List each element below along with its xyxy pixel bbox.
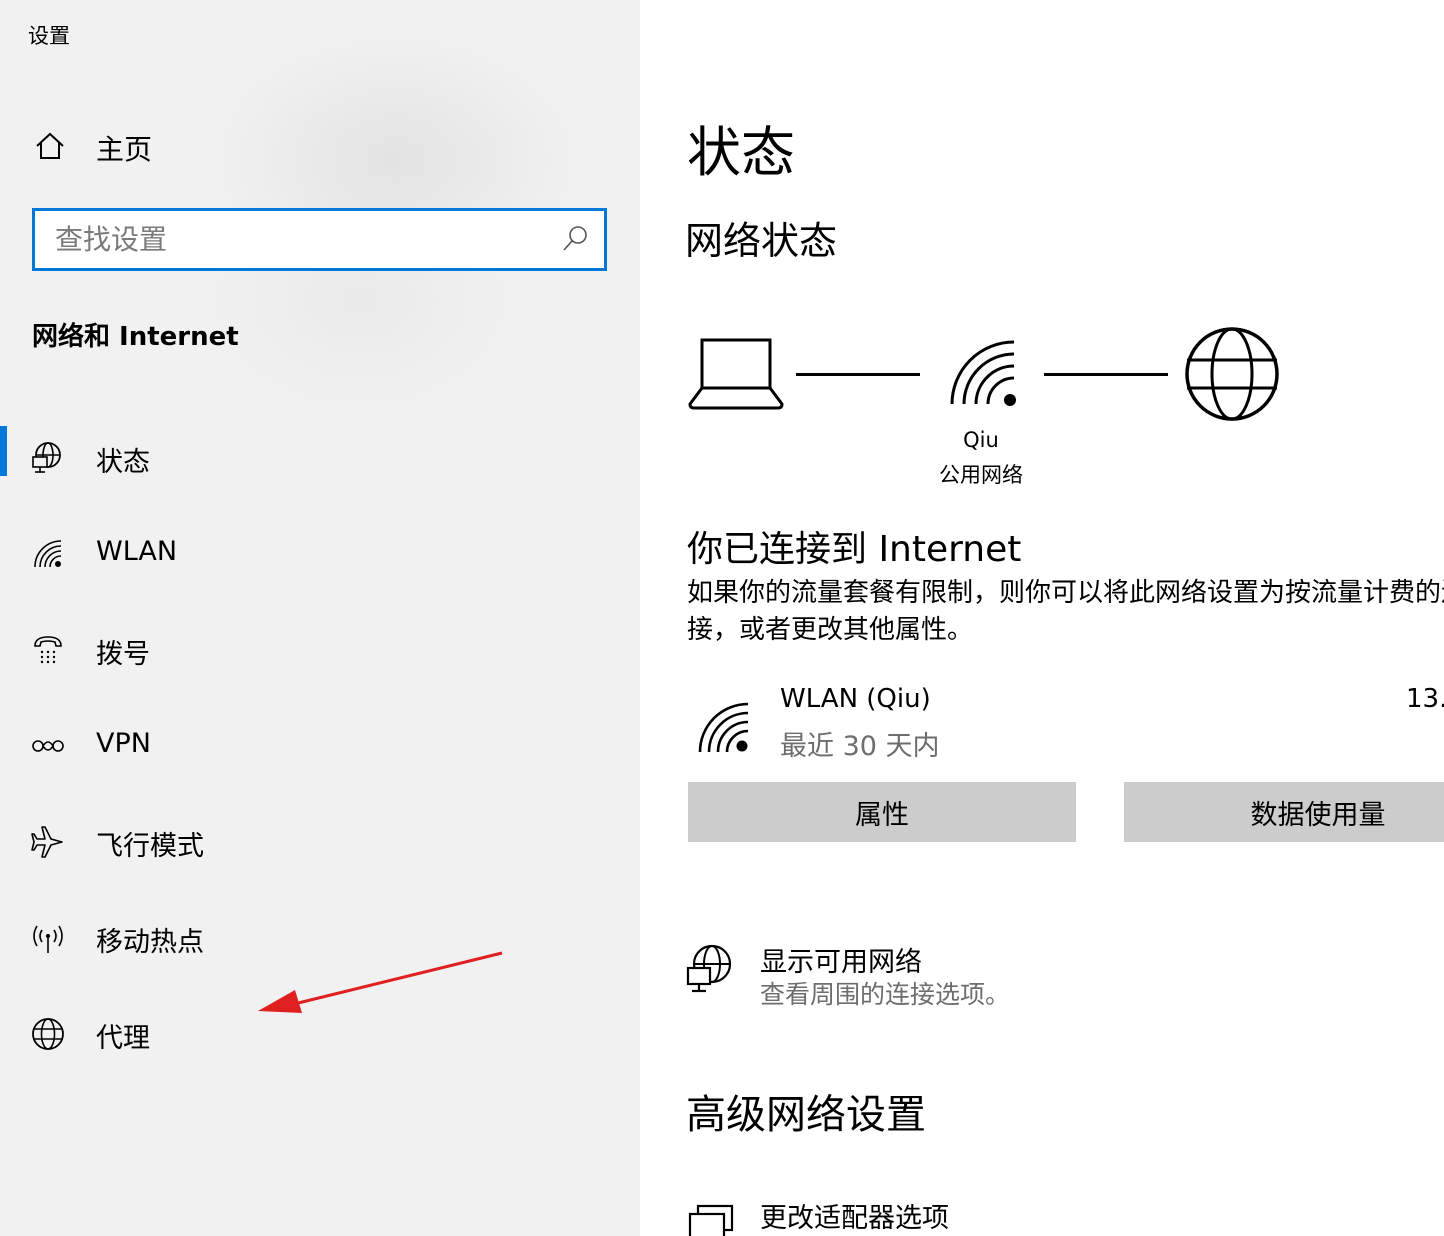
home-icon	[36, 132, 64, 159]
main-content: 状态 网络状态 Qiu 公用网络 你已连接到 Internet 如果你的流量套餐…	[640, 0, 1444, 1236]
properties-button[interactable]: 属性	[688, 782, 1076, 842]
network-status-icon	[686, 944, 732, 993]
usage-period: 最近 30 天内	[780, 731, 940, 762]
sidebar-item-label: WLAN	[96, 536, 178, 567]
dialup-icon	[34, 636, 62, 664]
search-icon[interactable]	[560, 224, 590, 254]
sidebar: 设置 主页 网络和 Internet 状态	[0, 0, 640, 1236]
connection-summary: WLAN (Qiu) 最近 30 天内 13.7	[640, 680, 1444, 770]
data-usage-button[interactable]: 数据使用量	[1124, 782, 1444, 842]
laptop-icon	[688, 338, 784, 410]
connected-heading: 你已连接到 Internet	[687, 529, 1022, 570]
wifi-icon	[698, 702, 749, 753]
active-indicator	[0, 426, 7, 476]
network-status-icon	[32, 442, 61, 473]
show-available-networks-link[interactable]: 显示可用网络 查看周围的连接选项。	[640, 940, 1444, 1020]
connection-line	[796, 373, 920, 376]
show-networks-description: 查看周围的连接选项。	[760, 980, 1011, 1009]
show-networks-title: 显示可用网络	[760, 947, 922, 978]
sidebar-item-airplane[interactable]: 飞行模式	[0, 812, 640, 872]
app-title: 设置	[28, 24, 70, 48]
network-type: 公用网络	[939, 463, 1023, 487]
network-diagram: Qiu 公用网络	[640, 310, 1444, 510]
sidebar-item-label: 拨号	[96, 639, 150, 670]
sidebar-item-label: 飞行模式	[96, 831, 204, 862]
change-adapter-options-link[interactable]: 更改适配器选项	[640, 1196, 1444, 1236]
connection-line	[1044, 373, 1168, 376]
page-title: 状态	[687, 121, 795, 184]
sidebar-item-vpn[interactable]: VPN	[0, 716, 640, 776]
wifi-icon	[34, 540, 62, 568]
data-usage-value: 13.7	[1406, 684, 1444, 714]
network-status-heading: 网络状态	[685, 219, 838, 263]
search-box[interactable]	[32, 208, 607, 271]
sidebar-item-wlan[interactable]: WLAN	[0, 524, 640, 584]
sidebar-item-dialup[interactable]: 拨号	[0, 620, 640, 680]
sidebar-item-label: 状态	[96, 447, 150, 478]
search-input[interactable]	[53, 219, 537, 259]
internet-globe-icon	[1185, 327, 1279, 421]
adapter-icon	[688, 1204, 734, 1236]
globe-icon	[32, 1018, 64, 1050]
sidebar-item-status[interactable]: 状态	[0, 426, 640, 488]
sidebar-item-label: 代理	[96, 1023, 150, 1054]
metered-description: 如果你的流量套餐有限制，则你可以将此网络设置为按流量计费的连接，或者更改其他属性…	[687, 578, 1444, 645]
sidebar-item-label: VPN	[96, 728, 151, 759]
change-adapter-title: 更改适配器选项	[760, 1203, 949, 1234]
airplane-icon	[31, 826, 63, 858]
wifi-icon	[950, 340, 1016, 406]
home-nav-item[interactable]: 主页	[0, 118, 640, 174]
hotspot-icon	[33, 925, 63, 953]
annotation-arrow	[258, 951, 503, 1013]
home-label: 主页	[96, 133, 153, 166]
advanced-settings-heading: 高级网络设置	[686, 1092, 926, 1138]
section-heading: 网络和 Internet	[32, 322, 239, 352]
sidebar-item-label: 移动热点	[96, 927, 204, 958]
connection-name: WLAN (Qiu)	[780, 684, 931, 714]
network-name: Qiu	[963, 428, 999, 452]
vpn-icon	[32, 740, 64, 752]
